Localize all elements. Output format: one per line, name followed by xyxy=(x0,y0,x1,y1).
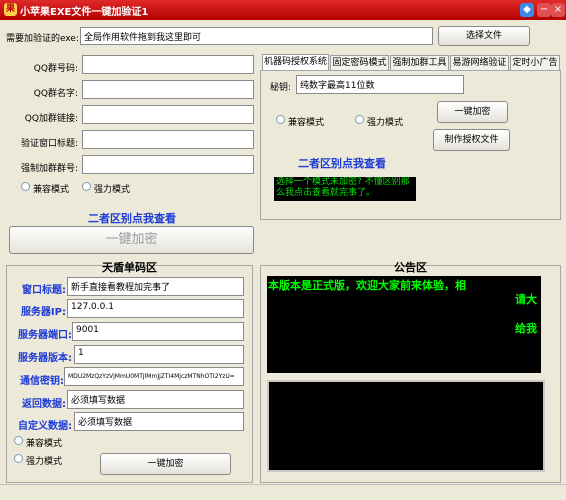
qq-group-number-label: QQ群号码: xyxy=(33,64,78,74)
app-icon: 果 xyxy=(4,3,17,16)
mode-hint-box: 选择一个模式未加密? 不懂区别那么我点击查看就完事了。 xyxy=(274,177,416,201)
server-version-label: 服务器版本: xyxy=(18,353,72,364)
qq-group-name-input[interactable] xyxy=(82,80,254,99)
custom-data-input[interactable]: 必须填写数据 xyxy=(74,412,244,431)
announcement-line-1: 本版本是正式版，欢迎大家前来体验，相 xyxy=(268,279,466,292)
force-group-label: 强制加群群号: xyxy=(20,164,78,174)
server-port-label: 服务器端口: xyxy=(18,330,72,341)
difference-link[interactable]: 二者区别点我查看 xyxy=(88,210,176,226)
qq-group-link-input[interactable] xyxy=(82,105,254,124)
compat-mode-label: 兼容模式 xyxy=(33,185,70,195)
announcement-line-2: 请大 xyxy=(515,293,537,306)
skin-icon[interactable]: ◆ xyxy=(520,3,534,17)
qq-group-name-label: QQ群名字: xyxy=(33,89,78,99)
return-data-input[interactable]: 必须填写数据 xyxy=(67,390,244,409)
exe-path-input[interactable]: 全局作用软件拖到我这里即可 xyxy=(80,27,433,45)
exe-label: 需要加验证的exe: xyxy=(6,34,79,44)
tiandun-strong-mode-radio[interactable] xyxy=(14,454,23,463)
tab-one-key-encrypt-button[interactable]: 一键加密 xyxy=(437,101,508,123)
qq-group-number-input[interactable] xyxy=(82,55,254,74)
title-bar: 果 小苹果EXE文件一键加验证1 ◆ − × xyxy=(0,0,566,20)
server-port-input[interactable]: 9001 xyxy=(72,322,244,341)
tab-timed-ad[interactable]: 定时小广告 xyxy=(510,55,560,70)
qq-group-link-label: QQ加群链接: xyxy=(24,114,78,124)
announcement-title: 公告区 xyxy=(394,261,427,274)
compat-mode-radio[interactable] xyxy=(21,182,30,191)
tab-strong-mode-label: 强力模式 xyxy=(367,118,404,128)
tab-strong-mode-radio[interactable] xyxy=(355,115,364,124)
ad-box xyxy=(267,380,545,472)
force-group-input[interactable] xyxy=(82,155,254,174)
tiandun-window-title-label: 窗口标题: xyxy=(22,285,66,296)
custom-data-label: 自定义数据: xyxy=(18,421,72,432)
minimize-icon[interactable]: − xyxy=(537,3,551,17)
server-ip-input[interactable]: 127.0.0.1 xyxy=(67,299,244,318)
tiandun-compat-mode-label: 兼容模式 xyxy=(26,439,63,449)
make-license-file-button[interactable]: 制作授权文件 xyxy=(433,129,510,151)
strong-mode-radio[interactable] xyxy=(82,182,91,191)
tab-difference-link[interactable]: 二者区别点我查看 xyxy=(298,155,386,171)
close-icon[interactable]: × xyxy=(551,3,565,17)
tab-fixed-password[interactable]: 固定密码模式 xyxy=(330,55,389,70)
one-key-encrypt-button[interactable]: 一键加密 xyxy=(9,226,254,254)
tiandun-title: 天盾单码区 xyxy=(102,261,157,274)
secret-key-input[interactable]: 纯数字最高11位数 xyxy=(296,75,464,94)
strong-mode-label: 强力模式 xyxy=(94,185,131,195)
comm-key-label: 通信密钥: xyxy=(20,376,64,387)
verify-window-title-input[interactable] xyxy=(82,130,254,149)
window-title: 小苹果EXE文件一键加验证1 xyxy=(20,7,149,18)
server-ip-label: 服务器IP: xyxy=(20,307,66,318)
tab-compat-mode-radio[interactable] xyxy=(276,115,285,124)
tiandun-compat-mode-radio[interactable] xyxy=(14,436,23,445)
return-data-label: 返回数据: xyxy=(22,399,66,410)
tiandun-one-key-encrypt-button[interactable]: 一键加密 xyxy=(100,453,231,475)
verify-window-title-label: 验证窗口标题: xyxy=(20,139,78,149)
tiandun-strong-mode-label: 强力模式 xyxy=(26,457,63,467)
tab-compat-mode-label: 兼容模式 xyxy=(288,118,325,128)
tab-yiyou-network[interactable]: 易游网络验证 xyxy=(450,55,509,70)
tab-force-group[interactable]: 强制加群工具 xyxy=(390,55,449,70)
comm-key-input[interactable]: MDU2MzQzYzVjMmU0MTJlMmJjZTI4MjczMTNhOTI2… xyxy=(64,367,244,386)
status-bar xyxy=(0,484,566,500)
server-version-input[interactable]: 1 xyxy=(74,345,244,364)
announcement-line-3: 给我 xyxy=(515,322,537,335)
secret-key-label: 秘钥: xyxy=(270,83,292,93)
select-file-button[interactable]: 选择文件 xyxy=(438,26,530,46)
announcement-box: 本版本是正式版，欢迎大家前来体验，相 请大 给我 xyxy=(267,276,541,373)
tab-machine-code[interactable]: 机器码授权系统 xyxy=(262,54,329,70)
tiandun-window-title-input[interactable]: 新手直接看教程加完事了 xyxy=(67,277,244,296)
